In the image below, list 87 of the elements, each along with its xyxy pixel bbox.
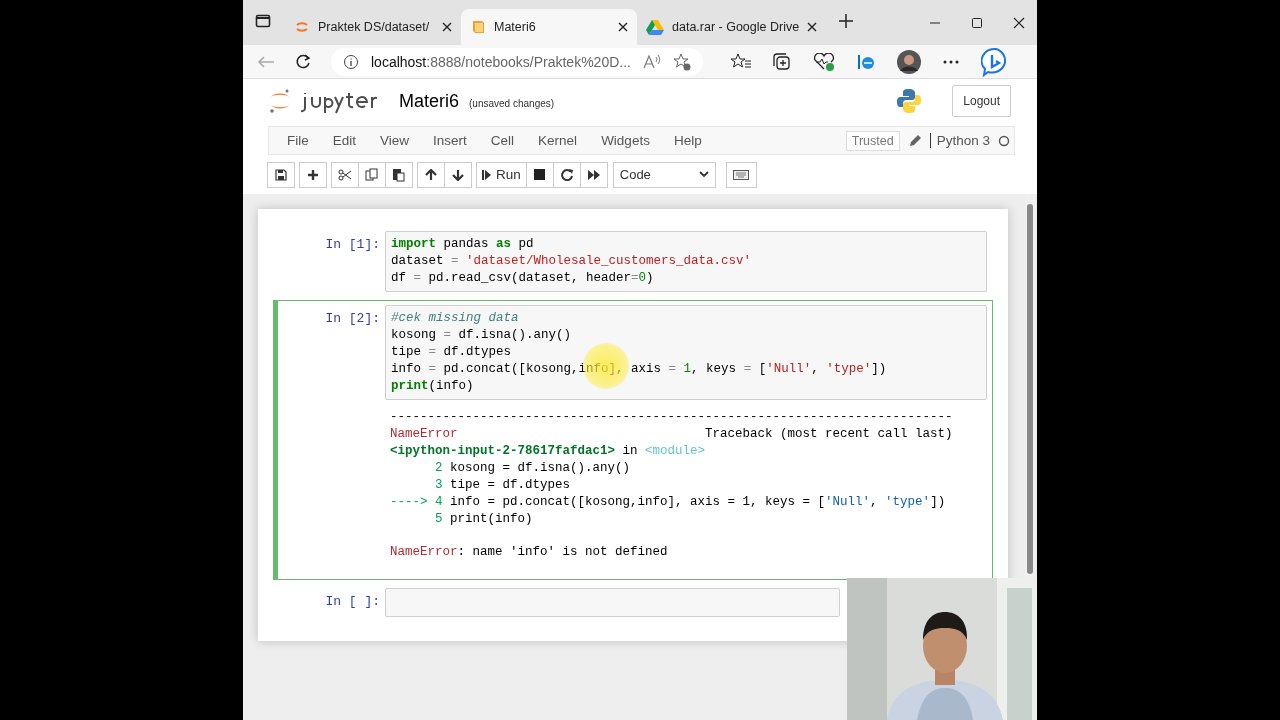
code-line: kosong = df.isna().any() xyxy=(391,327,573,344)
cell-prompt: In [1]: xyxy=(324,236,381,254)
close-icon[interactable] xyxy=(618,22,628,32)
save-icon xyxy=(275,168,287,181)
restart-icon xyxy=(560,168,573,181)
browser-tab[interactable]: Materi6 xyxy=(461,9,637,45)
triangle-icon xyxy=(646,19,664,35)
arrow-down-icon xyxy=(452,168,464,181)
chevron-down-icon xyxy=(698,171,709,178)
menu-item[interactable]: Help xyxy=(661,133,714,148)
notebook-name[interactable]: Materi6 xyxy=(399,90,460,112)
star-add-icon[interactable] xyxy=(673,52,691,71)
cut-button[interactable] xyxy=(331,161,359,188)
menu-item[interactable]: Insert xyxy=(421,133,479,148)
cell-prompt: In [2]: xyxy=(324,310,381,328)
keyboard-icon xyxy=(733,169,750,180)
maximize-icon[interactable] xyxy=(971,16,983,29)
favorites-icon[interactable] xyxy=(731,52,751,71)
menu-item[interactable]: Kernel xyxy=(526,133,590,148)
code-line: df = pd.read_csv(dataset, header=0) xyxy=(391,270,655,287)
close-icon[interactable] xyxy=(807,22,818,32)
menu-item[interactable]: Edit xyxy=(320,133,369,148)
cell-type-dropdown[interactable]: Code xyxy=(612,161,716,188)
collections-icon[interactable] xyxy=(772,52,792,71)
copy-icon xyxy=(365,167,379,182)
refresh-icon[interactable] xyxy=(295,53,311,70)
code-line: print(info) xyxy=(391,378,475,395)
browser-tab[interactable]: data.rar - Google Drive xyxy=(637,9,827,45)
new-tab-icon[interactable] xyxy=(838,12,855,29)
kernel-idle-icon xyxy=(998,134,1010,147)
scissors-icon xyxy=(338,168,352,181)
notebook-cell[interactable] xyxy=(273,300,993,580)
arrow-up-icon xyxy=(425,168,437,181)
avatar[interactable] xyxy=(897,49,921,74)
keyboard-button[interactable] xyxy=(725,161,757,188)
close-icon[interactable] xyxy=(1013,16,1025,29)
jupyter-logo-icon[interactable] xyxy=(269,88,291,114)
code-editor[interactable]: import pandas as pd dataset = 'dataset/Wholesale_customers_data.csv' df = pd.read_csv(dataset, header=0) xyxy=(385,231,987,292)
traceback-line: 2 kosong = df.isna().any() xyxy=(434,460,632,477)
stop-icon xyxy=(534,169,546,180)
traceback-line: <ipython-input-2-78617fafdac1> in <module> xyxy=(390,443,707,460)
heartbeat-icon[interactable] xyxy=(813,52,835,71)
save-button[interactable] xyxy=(267,161,295,188)
menu-item[interactable]: View xyxy=(368,133,422,148)
paste-button[interactable] xyxy=(385,161,413,188)
stop-button[interactable] xyxy=(525,161,554,188)
fast-forward-icon xyxy=(586,168,601,181)
step-icon xyxy=(482,168,492,181)
spinner-icon xyxy=(294,19,310,35)
restart-button[interactable] xyxy=(552,161,581,188)
traceback-line: NameError Traceback (most recent call last) xyxy=(390,426,954,443)
trusted-indicator[interactable]: Trusted xyxy=(845,130,900,151)
notebook-cell[interactable]: In [ ]: xyxy=(273,583,846,622)
info-icon[interactable] xyxy=(343,53,359,70)
more-icon[interactable] xyxy=(942,58,960,65)
plus-icon xyxy=(307,168,319,181)
run-button[interactable]: Run xyxy=(476,161,527,188)
book-icon xyxy=(470,19,486,35)
traceback-line: ----> 4 info = pd.concat([kosong,info], axis = 1, keys = ['Null', 'type']) xyxy=(390,494,947,511)
logout-button[interactable]: Logout xyxy=(952,85,1011,117)
menu-item[interactable]: File xyxy=(275,133,321,148)
traceback-line: --------------------------------------------------------------------------- xyxy=(390,409,954,426)
close-icon[interactable] xyxy=(442,22,452,32)
paste-icon xyxy=(392,167,406,182)
run-all-button[interactable] xyxy=(579,161,608,188)
menu-item[interactable]: Cell xyxy=(478,133,527,148)
code-line: tipe = df.dtypes xyxy=(391,344,513,361)
code-line: dataset = 'dataset/Wholesale_customers_data.csv' xyxy=(391,253,753,270)
code-line: import pandas as pd xyxy=(391,236,535,253)
error-message: NameError: name 'info' is not defined xyxy=(390,544,669,561)
traceback-line: 5 print(info) xyxy=(434,511,534,528)
insert-cell-button[interactable] xyxy=(299,161,327,188)
menu-item[interactable]: Widgets xyxy=(589,133,662,148)
pencil-icon[interactable] xyxy=(907,133,922,148)
browser-tab[interactable]: Praktek DS/dataset/ xyxy=(285,9,461,45)
move-down-button[interactable] xyxy=(444,161,472,188)
address-bar[interactable]: localhost:8888/notebooks/Praktek%20D... xyxy=(331,47,703,76)
sidebar-icon[interactable] xyxy=(255,12,271,29)
notebook-cell[interactable]: In [1]: import pandas as pd dataset = 'dataset/Wholesale_customers_data.csv' df = pd.read_csv(dataset, header=0) xyxy=(273,226,993,297)
kernel-name[interactable]: Python 3 xyxy=(929,133,990,148)
traceback-line: 3 tipe = df.dtypes xyxy=(434,477,572,494)
read-aloud-icon[interactable] xyxy=(643,53,661,70)
code-line: #cek missing data xyxy=(391,310,520,327)
cell-prompt: In [ ]: xyxy=(324,593,381,611)
python-logo-icon[interactable] xyxy=(896,88,923,114)
save-status: (unsaved changes) xyxy=(469,98,555,109)
move-up-button[interactable] xyxy=(417,161,445,188)
